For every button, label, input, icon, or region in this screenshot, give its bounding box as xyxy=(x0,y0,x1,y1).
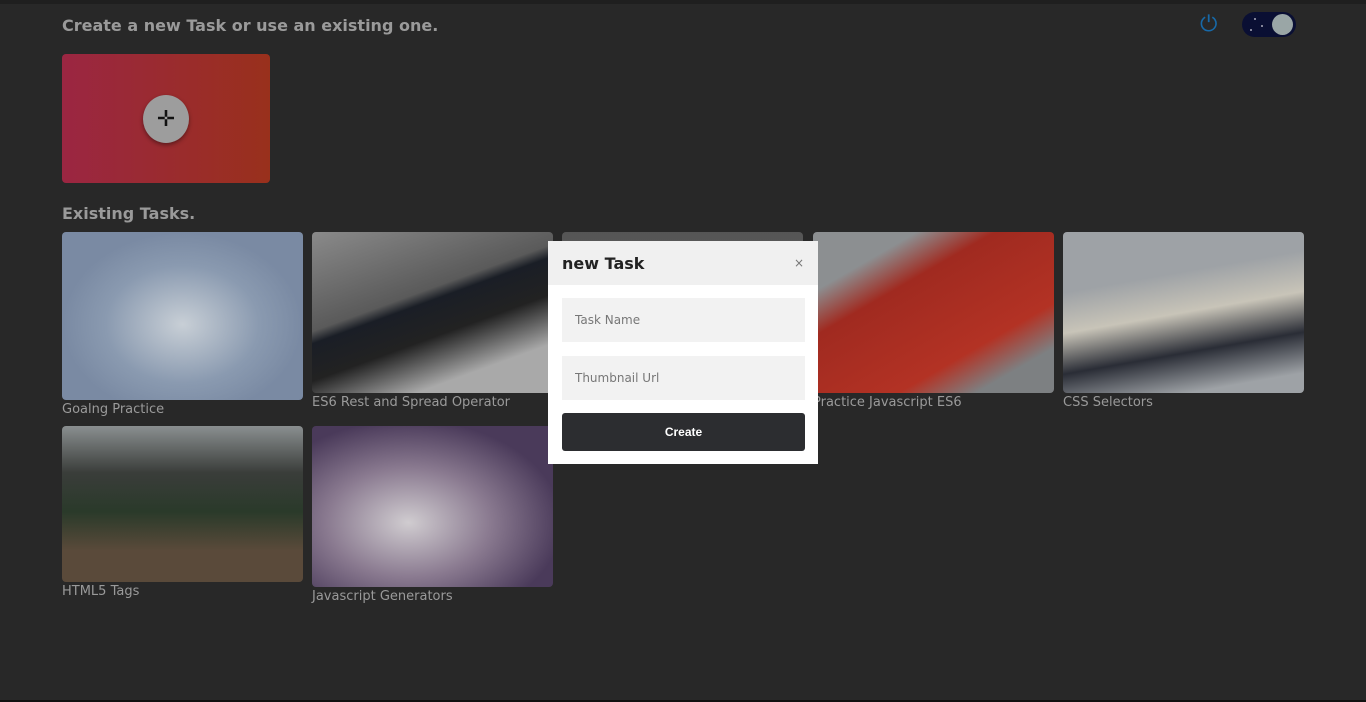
star-icon xyxy=(1261,25,1263,27)
page-title: Create a new Task or use an existing one… xyxy=(62,16,439,35)
task-card[interactable]: Goalng Practice xyxy=(62,232,303,417)
star-icon xyxy=(1254,18,1256,20)
task-thumbnail xyxy=(312,232,553,393)
close-icon[interactable]: × xyxy=(794,256,804,270)
task-name-input[interactable] xyxy=(562,298,805,342)
task-thumbnail xyxy=(1063,232,1304,393)
star-icon xyxy=(1250,29,1252,31)
task-card[interactable]: CSS Selectors xyxy=(1063,232,1304,410)
task-thumbnail xyxy=(813,232,1054,393)
power-icon[interactable]: ⏻ xyxy=(1200,13,1224,37)
top-border xyxy=(0,0,1366,4)
modal-title: new Task xyxy=(562,253,645,273)
task-thumbnail xyxy=(62,426,303,582)
task-thumbnail xyxy=(62,232,303,400)
task-card[interactable]: Javascript Generators xyxy=(312,426,553,604)
task-card[interactable]: HTML5 Tags xyxy=(62,426,303,599)
task-thumbnail xyxy=(312,426,553,587)
modal-header: new Task × xyxy=(548,241,818,285)
task-label: ES6 Rest and Spread Operator xyxy=(312,395,511,410)
moon-icon xyxy=(1272,14,1293,35)
task-label: CSS Selectors xyxy=(1063,395,1153,410)
new-task-card[interactable]: ✛ xyxy=(62,54,270,183)
create-button[interactable]: Create xyxy=(562,413,805,451)
new-task-modal: new Task × Create xyxy=(548,241,818,464)
task-card[interactable]: ES6 Rest and Spread Operator xyxy=(312,232,553,410)
task-label: Practice Javascript ES6 xyxy=(813,395,962,410)
existing-tasks-heading: Existing Tasks. xyxy=(62,204,196,223)
thumbnail-url-input[interactable] xyxy=(562,356,805,400)
task-card[interactable]: Practice Javascript ES6 xyxy=(813,232,1054,410)
task-label: HTML5 Tags xyxy=(62,584,140,599)
theme-toggle[interactable] xyxy=(1242,12,1296,37)
task-label: Goalng Practice xyxy=(62,402,165,417)
task-label: Javascript Generators xyxy=(312,589,453,604)
move-plus-icon[interactable]: ✛ xyxy=(143,95,189,143)
